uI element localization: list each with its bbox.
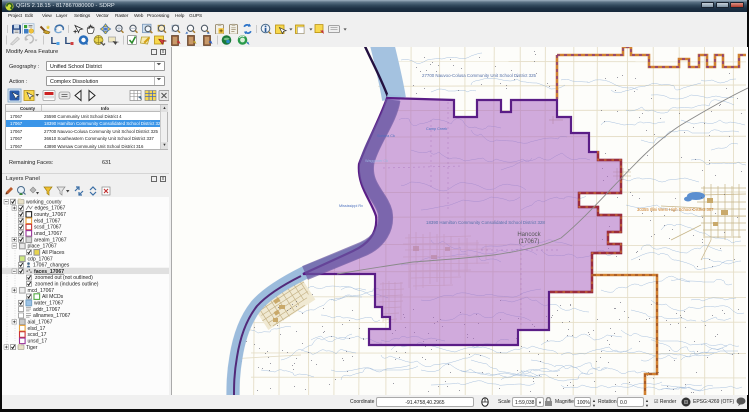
svg-text:Camp Creek: Camp Creek xyxy=(426,127,447,131)
svg-text:Mississippi Rv: Mississippi Rv xyxy=(339,204,363,208)
svg-text:zoomed out (not outlined): zoomed out (not outlined) xyxy=(35,275,93,281)
svg-text:elsd_17067: elsd_17067 xyxy=(34,218,61,224)
svg-text:faces_17067: faces_17067 xyxy=(34,269,64,275)
svg-text:(17067): (17067) xyxy=(519,239,540,245)
svg-text:All Places: All Places xyxy=(42,250,65,256)
svg-text:unsd_17: unsd_17 xyxy=(28,338,48,344)
svg-text:Sonora Ck: Sonora Ck xyxy=(377,134,395,138)
svg-text:17067_changes: 17067_changes xyxy=(33,263,70,269)
svg-text:L: L xyxy=(51,36,57,47)
svg-text:water_17067: water_17067 xyxy=(34,301,64,307)
svg-text:27700 Nauvoo-Colusa Community: 27700 Nauvoo-Colusa Community Unit Schoo… xyxy=(422,73,537,78)
svg-text:All MCDs: All MCDs xyxy=(42,294,64,300)
svg-text:Hancock: Hancock xyxy=(517,232,541,238)
svg-text:30355 Illini West High School: 30355 Illini West High School District 3… xyxy=(637,207,714,212)
svg-text:allnames_17067: allnames_17067 xyxy=(33,313,71,319)
svg-text:mcd_17067: mcd_17067 xyxy=(28,288,55,294)
svg-text:Waggoner Ck: Waggoner Ck xyxy=(365,159,388,163)
svg-text:scsd_17067: scsd_17067 xyxy=(34,225,62,231)
svg-text:place_17067: place_17067 xyxy=(28,244,57,250)
svg-text:zoomed in (includes outline): zoomed in (includes outline) xyxy=(35,282,99,288)
svg-text:edges_17067: edges_17067 xyxy=(35,206,66,212)
svg-text:18390 Hamilton Community Conso: 18390 Hamilton Community Consolidated Sc… xyxy=(426,220,545,225)
svg-text:cdp_17067: cdp_17067 xyxy=(28,256,53,262)
svg-text:elsd_17: elsd_17 xyxy=(28,326,46,332)
svg-text:scsd_17: scsd_17 xyxy=(28,332,47,338)
svg-text:L: L xyxy=(65,36,71,47)
svg-text:unsd_17067: unsd_17067 xyxy=(34,231,62,237)
svg-text:Tiger: Tiger xyxy=(26,345,38,351)
svg-text:aial_17067: aial_17067 xyxy=(28,319,53,325)
svg-text:addr_17067: addr_17067 xyxy=(33,307,60,313)
svg-text:working_county: working_county xyxy=(26,199,62,205)
svg-text:arealm_17067: arealm_17067 xyxy=(34,237,67,243)
svg-text:county_17067: county_17067 xyxy=(34,212,66,218)
